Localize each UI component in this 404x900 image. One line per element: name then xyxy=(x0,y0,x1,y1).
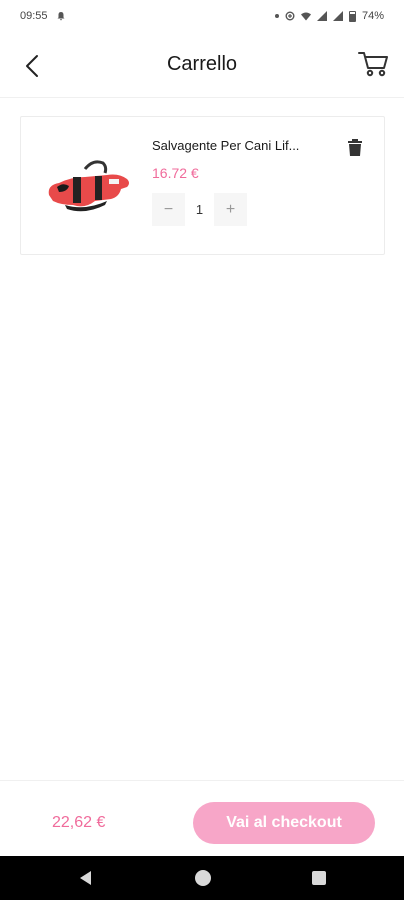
nav-recents-icon[interactable] xyxy=(312,871,326,885)
checkout-bar: 22,62 € Vai al checkout xyxy=(0,780,404,856)
quantity-stepper: − 1 + xyxy=(152,193,247,226)
battery-percent: 74% xyxy=(361,10,384,22)
cart-item-card: Salvagente Per Cani Lif... 16.72 € − 1 + xyxy=(20,116,385,255)
trash-icon xyxy=(348,139,362,156)
notification-dot-icon xyxy=(274,14,279,18)
checkout-button[interactable]: Vai al checkout xyxy=(193,802,375,844)
cart-total: 22,62 € xyxy=(52,814,106,831)
dog-life-jacket-image xyxy=(48,160,129,212)
signal-icon-2 xyxy=(332,11,343,21)
decrement-button[interactable]: − xyxy=(152,193,185,226)
bell-icon xyxy=(57,12,65,21)
system-nav-bar xyxy=(0,856,404,900)
shopping-cart-icon xyxy=(358,52,388,77)
app-header: Carrello xyxy=(0,32,404,98)
back-button[interactable] xyxy=(18,52,46,80)
item-price: 16.72 € xyxy=(152,165,199,181)
cart-button[interactable] xyxy=(356,46,390,80)
wifi-icon xyxy=(300,12,311,21)
nav-back-icon[interactable] xyxy=(78,870,94,886)
status-right: 74% xyxy=(274,10,384,22)
status-time: 09:55 xyxy=(20,10,48,22)
delete-item-button[interactable] xyxy=(344,136,366,158)
nav-home-icon[interactable] xyxy=(195,870,211,886)
status-bar: 09:55 74% xyxy=(0,0,404,32)
increment-button[interactable]: + xyxy=(214,193,247,226)
page-title: Carrello xyxy=(166,53,238,75)
quantity-value: 1 xyxy=(195,202,204,217)
signal-icon xyxy=(316,11,327,21)
item-name[interactable]: Salvagente Per Cani Lif... xyxy=(152,138,337,153)
battery-icon xyxy=(348,10,356,22)
chevron-left-icon xyxy=(26,55,38,77)
status-left: 09:55 xyxy=(20,10,66,22)
data-saver-icon xyxy=(285,11,295,21)
